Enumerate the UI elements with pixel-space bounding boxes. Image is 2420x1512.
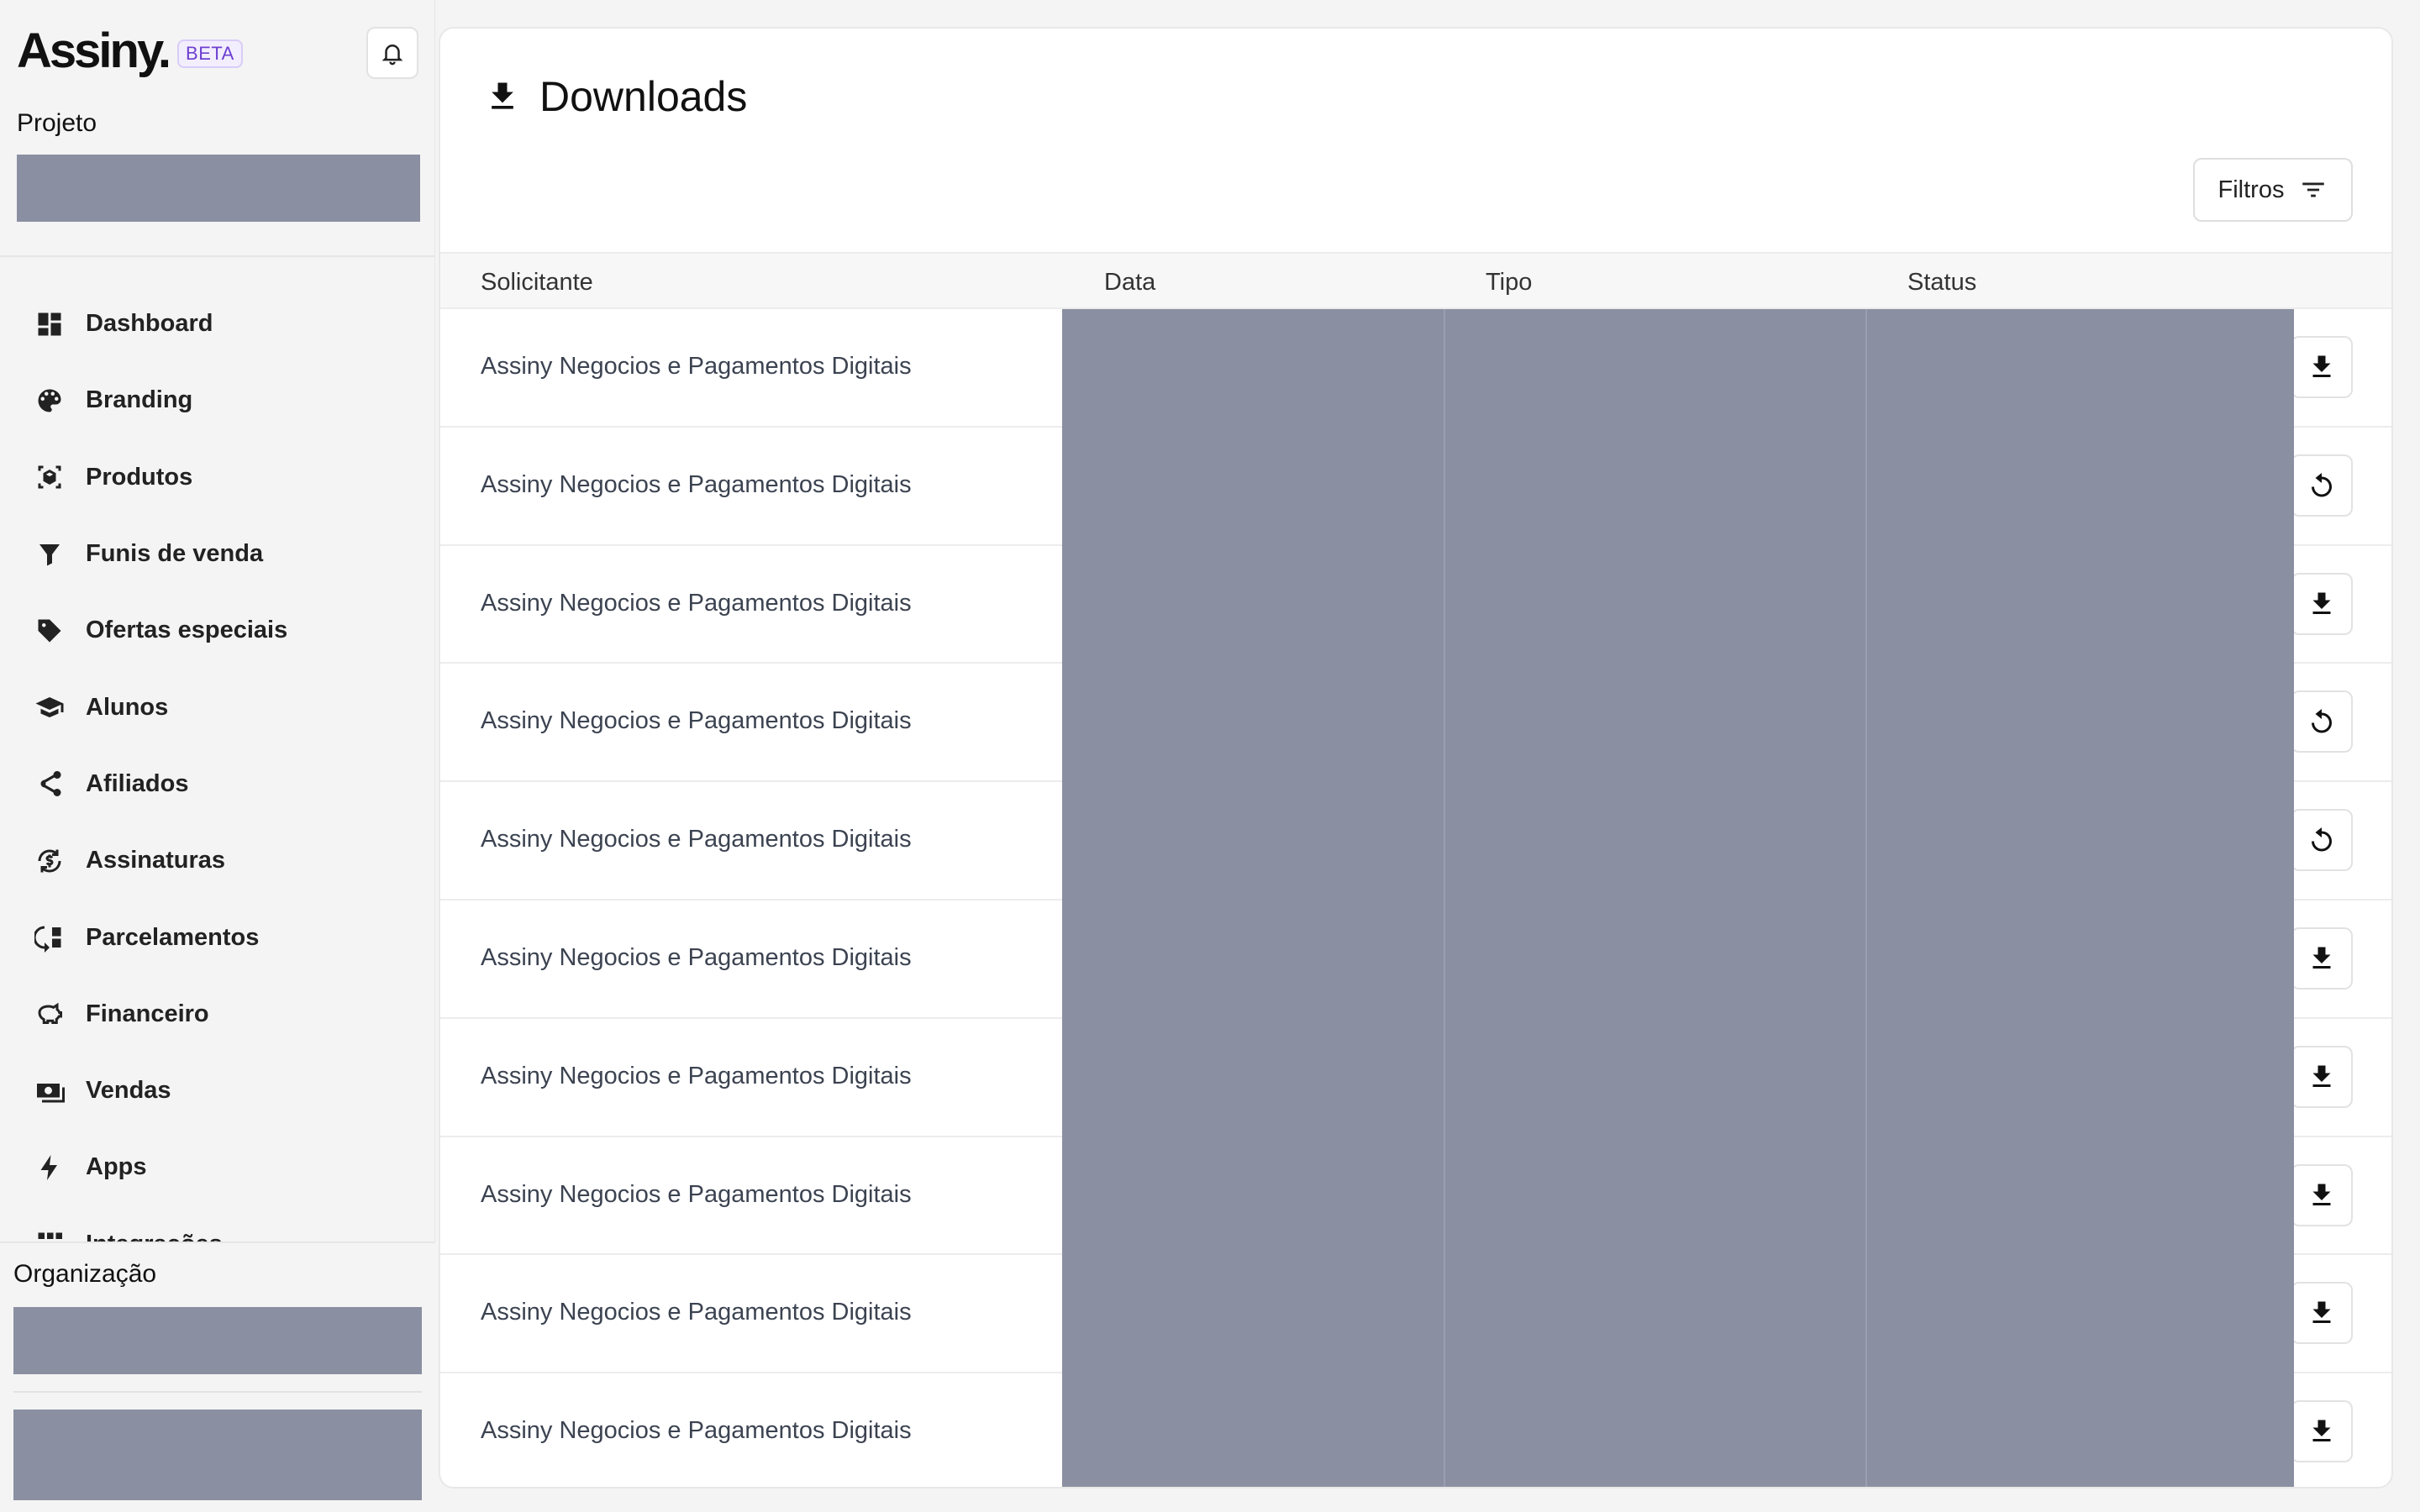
package-icon [34,461,66,493]
sidebar-item-label: Assinaturas [86,847,226,874]
download-button[interactable] [2291,572,2353,635]
main-panel: Downloads Filtros Solicitante Data Tipo … [439,27,2393,1488]
requester-cell: Assiny Negocios e Pagamentos Digitais [481,589,912,617]
sidebar-item-label: Funis de venda [86,540,264,568]
logo[interactable]: Assiny. [17,24,171,79]
funnel-icon [34,538,66,570]
sidebar-item-label: Vendas [86,1077,171,1105]
retry-button[interactable] [2291,809,2353,872]
page-title: Downloads [539,73,748,120]
download-icon [2312,947,2331,969]
sidebar-item-dashboard[interactable]: Dashboard [0,286,435,362]
download-icon [2312,355,2331,377]
sidebar-item-label: Afiliados [86,769,189,797]
retry-button[interactable] [2291,454,2353,517]
sidebar-item-funis-de-venda[interactable]: Funis de venda [0,516,435,592]
installments-icon [34,921,66,953]
sidebar-item-financeiro[interactable]: Financeiro [0,976,435,1053]
tag-icon [34,615,66,647]
requester-cell: Assiny Negocios e Pagamentos Digitais [481,943,912,971]
download-button[interactable] [2291,927,2353,990]
sidebar-item-afiliados[interactable]: Afiliados [0,746,435,822]
sidebar: Assiny. BETA Projeto Dashboard Branding Pr… [0,0,435,1512]
download-button[interactable] [2291,1045,2353,1108]
sidebar-item-label: Apps [86,1153,147,1181]
organization-label: Organização [13,1260,157,1288]
divider [13,1391,422,1393]
requester-cell: Assiny Negocios e Pagamentos Digitais [481,826,912,853]
download-button[interactable] [2291,336,2353,398]
sidebar-item-apps[interactable]: Apps [0,1129,435,1205]
requester-cell: Assiny Negocios e Pagamentos Digitais [481,353,912,380]
download-icon [492,82,513,109]
user-profile[interactable] [13,1410,422,1500]
filter-lines-icon [2302,182,2325,197]
organization-panel: Organização [0,1242,435,1512]
column-header-status[interactable]: Status [1907,269,1976,297]
piggy-bank-icon [34,998,66,1030]
refresh-icon [2312,472,2332,497]
column-header-tipo[interactable]: Tipo [1486,269,1532,297]
bell-icon [381,45,403,66]
sidebar-item-assinaturas[interactable]: Assinaturas [0,822,435,899]
requester-cell: Assiny Negocios e Pagamentos Digitais [481,470,912,498]
requester-cell: Assiny Negocios e Pagamentos Digitais [481,1180,912,1208]
download-button[interactable] [2291,1282,2353,1345]
retry-button[interactable] [2291,690,2353,753]
sidebar-item-label: Produtos [86,463,193,491]
sidebar-item-label: Financeiro [86,1000,209,1027]
graduation-cap-icon [34,691,66,723]
sidebar-item-produtos[interactable]: Produtos [0,439,435,516]
column-header-solicitante[interactable]: Solicitante [481,269,593,297]
sidebar-item-alunos[interactable]: Alunos [0,669,435,745]
divider [0,255,435,257]
bolt-icon [34,1152,66,1184]
refresh-icon [2312,709,2332,733]
share-icon [34,768,66,800]
palette-icon [34,385,66,417]
sidebar-nav: Dashboard Branding Produtos Funis de venda O… [0,286,435,1243]
download-icon [2312,592,2331,614]
filter-button[interactable]: Filtros [2193,158,2353,222]
currency-refresh-icon [34,845,66,877]
requester-cell: Assiny Negocios e Pagamentos Digitais [481,1299,912,1326]
table-header: Solicitante Data Tipo Status [440,252,2391,309]
organization-selector[interactable] [13,1307,422,1374]
download-icon [2312,1420,2331,1442]
requester-cell: Assiny Negocios e Pagamentos Digitais [481,1062,912,1089]
page-header: Downloads [484,72,747,121]
sidebar-item-vendas[interactable]: Vendas [0,1053,435,1129]
download-icon [2312,1065,2331,1087]
filter-button-label: Filtros [2217,176,2285,203]
refresh-icon [2312,827,2332,852]
notifications-button[interactable] [366,27,418,79]
sidebar-item-branding[interactable]: Branding [0,362,435,438]
sidebar-item-label: Ofertas especiais [86,617,288,644]
dashboard-icon [34,308,66,340]
download-button[interactable] [2291,1400,2353,1463]
column-divider [1865,309,1867,1487]
download-button[interactable] [2291,1163,2353,1226]
requester-cell: Assiny Negocios e Pagamentos Digitais [481,1417,912,1445]
cash-icon [34,1075,66,1107]
sidebar-item-ofertas-especiais[interactable]: Ofertas especiais [0,592,435,669]
sidebar-item-label: Dashboard [86,310,213,338]
column-header-data[interactable]: Data [1104,269,1155,297]
project-label: Projeto [17,109,97,137]
redacted-cells [1062,309,2294,1487]
column-divider [1444,309,1445,1487]
sidebar-item-integracoes[interactable]: Integrações [0,1206,435,1243]
sidebar-item-parcelamentos[interactable]: Parcelamentos [0,899,435,975]
project-selector[interactable] [17,155,420,222]
brand: Assiny. BETA [17,24,243,79]
download-icon [2312,1301,2331,1324]
sidebar-item-label: Alunos [86,693,169,721]
sidebar-item-label: Branding [86,386,193,414]
sidebar-item-label: Parcelamentos [86,923,260,951]
download-icon [2312,1184,2331,1205]
beta-badge: BETA [177,39,243,68]
requester-cell: Assiny Negocios e Pagamentos Digitais [481,707,912,735]
